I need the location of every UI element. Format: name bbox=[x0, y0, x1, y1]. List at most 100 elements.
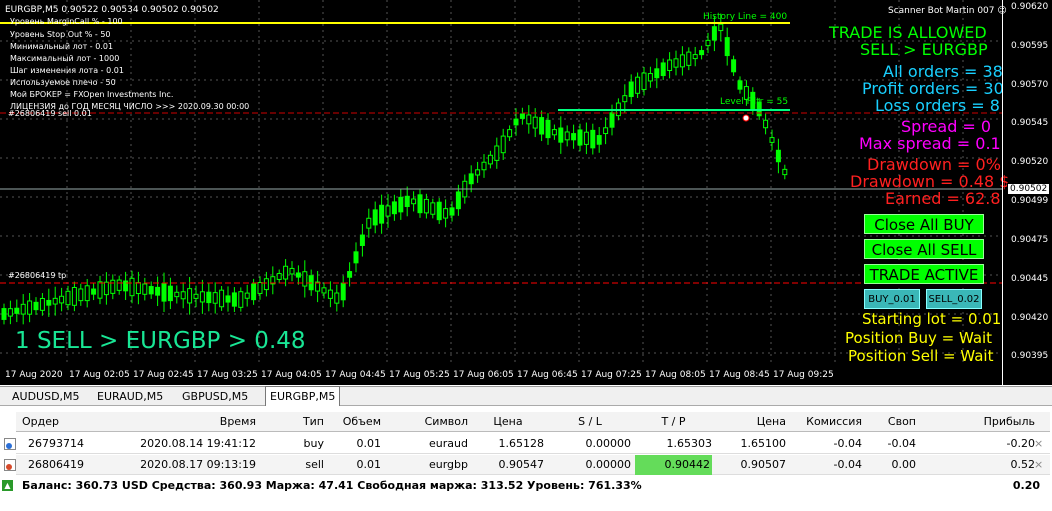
table-cell: 0.01 bbox=[356, 437, 382, 450]
table-cell: 0.90547 bbox=[498, 458, 545, 471]
info-line: Минимальный лот - 0.01 bbox=[10, 42, 114, 51]
table-cell: -0.04 bbox=[833, 458, 862, 471]
buy-small-button[interactable]: BUY_0.01 bbox=[864, 289, 920, 309]
column-header[interactable]: Время bbox=[106, 412, 256, 432]
max-spread-text: Max spread = 0.1 bbox=[859, 134, 1001, 153]
tab-audusd-m5[interactable]: AUDUSD,M5 bbox=[8, 387, 84, 406]
candle-body bbox=[686, 51, 692, 66]
candle-body bbox=[155, 286, 161, 296]
close-all-buy-button[interactable]: Close All BUY bbox=[864, 214, 984, 234]
trade-active-button[interactable]: TRADE ACTIVE bbox=[864, 264, 984, 284]
close-all-sell-button[interactable]: Close All SELL bbox=[864, 239, 984, 259]
chart-tabs: AUDUSD,M5 EURAUD,M5 GBPUSD,M5 EURGBP,M5 bbox=[0, 386, 1052, 406]
table-cell: 0.00000 bbox=[585, 437, 632, 450]
info-line: #26806419 sell 0.01 bbox=[8, 109, 92, 118]
close-order-icon[interactable]: × bbox=[1034, 455, 1043, 475]
column-header[interactable]: Символ bbox=[386, 412, 468, 432]
table-cell: -0.04 bbox=[887, 437, 916, 450]
candle-body bbox=[468, 173, 474, 185]
candle-body bbox=[353, 251, 359, 264]
time-tick-label: 17 Aug 07:25 bbox=[581, 370, 642, 380]
position-sell-text: Position Sell = Wait bbox=[848, 347, 994, 365]
candle-body bbox=[699, 50, 705, 56]
candle-body bbox=[212, 292, 218, 304]
candle-body bbox=[430, 202, 436, 215]
candle-body bbox=[500, 135, 506, 154]
candle-body bbox=[167, 285, 173, 302]
candle-body bbox=[27, 300, 33, 315]
candle-body bbox=[551, 129, 557, 136]
price-chart[interactable]: EURGBP,M5 0.90522 0.90534 0.90502 0.9050… bbox=[0, 0, 1052, 385]
candle-body bbox=[673, 58, 679, 68]
info-line: Уровень MarginCall % - 100 bbox=[10, 17, 123, 26]
candle-body bbox=[372, 209, 378, 226]
table-cell: 26806419 bbox=[28, 458, 84, 471]
all-orders-text: All orders = 38 bbox=[883, 62, 1003, 81]
price-tick-label: 0.90545 bbox=[1011, 118, 1049, 128]
info-line: Максимальный лот - 1000 bbox=[10, 54, 120, 63]
time-tick-label: 17 Aug 04:05 bbox=[261, 370, 322, 380]
candle-body bbox=[91, 288, 97, 295]
candle-body bbox=[135, 282, 141, 295]
column-header[interactable]: Объем bbox=[329, 412, 381, 432]
table-cell: euraud bbox=[429, 437, 468, 450]
account-summary: Баланс: 360.73 USD Средства: 360.93 Марж… bbox=[22, 479, 642, 492]
candle-body bbox=[33, 301, 39, 311]
candle-body bbox=[641, 72, 647, 90]
earned-text: Earned = 62.8 bbox=[885, 189, 1001, 208]
tab-euraud-m5[interactable]: EURAUD,M5 bbox=[93, 387, 167, 406]
candle-body bbox=[199, 291, 205, 303]
candle-body bbox=[283, 265, 289, 280]
candle-body bbox=[590, 129, 596, 149]
column-header[interactable]: Цена bbox=[472, 412, 544, 432]
candle-body bbox=[692, 54, 698, 60]
candle-body bbox=[359, 234, 365, 246]
candle-body bbox=[97, 281, 103, 299]
time-tick-label: 17 Aug 05:25 bbox=[389, 370, 450, 380]
candle-body bbox=[737, 80, 743, 90]
candle-body bbox=[366, 217, 372, 229]
balance-icon: ▲ bbox=[2, 480, 13, 491]
time-tick-label: 17 Aug 08:05 bbox=[645, 370, 706, 380]
sell-small-button[interactable]: SELL_0.02 bbox=[926, 289, 982, 309]
candle-body bbox=[116, 279, 122, 291]
candle-body bbox=[78, 288, 84, 302]
column-header[interactable]: Комиссия bbox=[792, 412, 862, 432]
column-header[interactable]: Своп bbox=[866, 412, 916, 432]
table-row[interactable]: 26806419 2020.08.17 09:13:19 sell 0.01 eurgb… bbox=[4, 455, 1050, 475]
candle-body bbox=[705, 39, 711, 47]
candle-body bbox=[71, 287, 77, 306]
table-cell: 1.65303 bbox=[666, 437, 713, 450]
candle-body bbox=[340, 282, 346, 301]
candle-body bbox=[775, 149, 781, 163]
candle-body bbox=[647, 73, 653, 82]
table-row[interactable]: 26793714 2020.08.14 19:41:12 buy 0.01 euraud… bbox=[4, 434, 1050, 454]
time-tick-label: 17 Aug 06:45 bbox=[517, 370, 578, 380]
column-header[interactable]: Прибыль bbox=[921, 412, 1035, 432]
tab-gbpusd-m5[interactable]: GBPUSD,M5 bbox=[178, 387, 252, 406]
level-filter-label: Level Filtr = 55 bbox=[720, 97, 789, 107]
candle-body bbox=[507, 129, 513, 138]
info-line: Шаг изменения лота - 0.01 bbox=[10, 66, 124, 75]
candle-body bbox=[782, 168, 788, 176]
candle-body bbox=[193, 293, 199, 299]
spread-text: Spread = 0 bbox=[901, 117, 992, 136]
history-line-label: History Line = 400 bbox=[703, 12, 788, 22]
candle-body bbox=[187, 288, 193, 304]
table-cell: 1.65100 bbox=[740, 437, 787, 450]
column-header[interactable]: Цена bbox=[718, 412, 786, 432]
candle-body bbox=[654, 68, 660, 79]
trade-terminal: Ордер Время Тип Объем Символ Цена S / LT / P Це… bbox=[0, 407, 1052, 511]
direction-text: SELL > EURGBP bbox=[860, 40, 988, 59]
candle-body bbox=[231, 292, 237, 307]
column-header[interactable]: Тип bbox=[261, 412, 324, 432]
tab-eurgbp-m5[interactable]: EURGBP,M5 bbox=[265, 386, 341, 406]
column-header[interactable]: Ордер bbox=[20, 412, 90, 432]
candle-body bbox=[65, 290, 71, 306]
column-header[interactable]: S / L bbox=[549, 412, 631, 432]
candle-body bbox=[276, 273, 282, 280]
total-profit: 0.20 bbox=[1012, 479, 1040, 492]
close-order-icon[interactable]: × bbox=[1034, 434, 1043, 454]
column-header[interactable]: T / P bbox=[635, 412, 712, 432]
candle-body bbox=[449, 207, 455, 216]
